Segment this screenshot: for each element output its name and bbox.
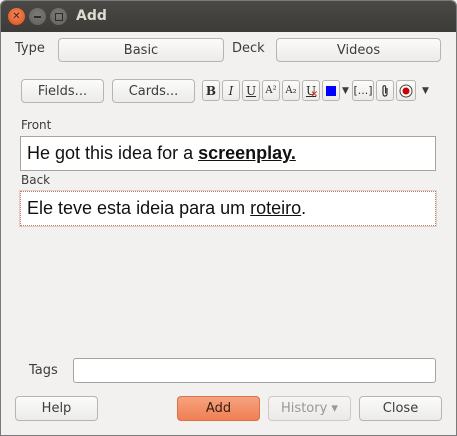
back-field-label: Back [21,173,51,187]
superscript-icon: A² [265,85,277,96]
add-window: ✕ Add Type Basic Deck Videos Fields... C… [0,0,457,436]
clear-x-icon: ✕ [310,90,318,100]
maximize-window-icon[interactable] [50,8,67,25]
back-field-emphasis: roteiro [250,198,302,218]
subscript-button[interactable]: A₂ [282,80,300,101]
window-title: Add [76,8,107,24]
back-field-editor[interactable]: Ele teve esta ideia para um roteiro. [19,190,437,227]
subscript-icon: A₂ [285,85,297,96]
more-options-dropdown-icon[interactable]: ▼ [420,80,431,101]
close-window-icon[interactable]: ✕ [8,8,25,25]
minimize-window-icon[interactable] [29,8,46,25]
front-field-editor[interactable]: He got this idea for a screenplay. [20,136,436,171]
clear-format-button[interactable]: U ✕ [302,80,320,101]
cloze-icon: [...] [353,84,373,97]
front-field-emphasis: screenplay. [198,143,296,163]
italic-button[interactable]: I [222,80,240,101]
add-button[interactable]: Add [177,396,260,421]
text-color-dropdown-icon[interactable]: ▼ [340,80,351,101]
tags-input[interactable] [73,358,436,383]
back-field-suffix: . [301,198,307,218]
help-button[interactable]: Help [15,396,98,421]
text-color-button[interactable] [322,80,340,101]
history-button[interactable]: History ▾ [268,396,351,421]
back-field-text: Ele teve esta ideia para um [27,198,251,218]
bold-icon: B [205,83,217,98]
underline-button[interactable]: U [242,80,260,101]
front-field-label: Front [21,118,52,132]
titlebar: ✕ Add [1,1,456,32]
paperclip-icon [382,84,388,97]
front-field-text: He got this idea for a [27,143,199,163]
text-color-swatch-icon [326,85,336,96]
underline-icon: U [245,83,257,98]
note-type-button[interactable]: Basic [58,38,224,62]
cloze-button[interactable]: [...] [352,80,374,101]
cards-button[interactable]: Cards... [112,79,195,103]
fields-button[interactable]: Fields... [21,79,104,103]
record-icon [399,84,413,97]
tags-label: Tags [29,363,58,378]
superscript-button[interactable]: A² [262,80,280,101]
bold-button[interactable]: B [202,80,220,101]
record-button[interactable] [396,80,416,101]
italic-icon: I [228,83,234,98]
close-button[interactable]: Close [359,396,442,421]
attach-button[interactable] [376,80,394,101]
type-label: Type [15,41,45,56]
deck-label: Deck [232,41,265,56]
deck-button[interactable]: Videos [276,38,441,62]
